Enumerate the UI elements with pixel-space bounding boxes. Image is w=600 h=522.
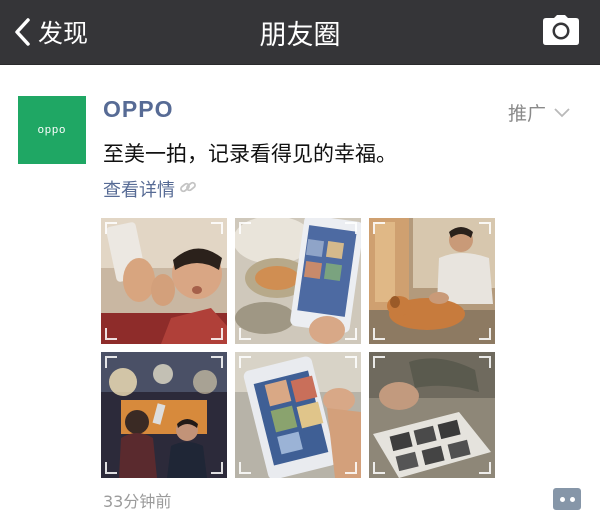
camera-button[interactable]	[542, 14, 580, 50]
comment-dots-icon	[559, 496, 565, 502]
link-icon	[179, 178, 197, 200]
ad-tag[interactable]: 推广	[508, 99, 570, 126]
chevron-left-icon	[12, 17, 34, 47]
comment-button[interactable]	[553, 488, 581, 510]
chevron-down-icon	[554, 103, 570, 122]
post-photo-6[interactable]	[369, 352, 495, 478]
photo-grid	[101, 218, 495, 478]
post-photo-4[interactable]	[101, 352, 227, 478]
avatar-logo-text: oppo	[37, 124, 67, 136]
post-author-name[interactable]: OPPO	[103, 96, 173, 123]
post-photo-2[interactable]	[235, 218, 361, 344]
avatar[interactable]: oppo	[18, 96, 86, 164]
post-timestamp: 33分钟前	[103, 492, 172, 511]
back-label: 发现	[38, 19, 89, 48]
post-photo-5[interactable]	[235, 352, 361, 478]
back-button[interactable]: 发现	[12, 8, 88, 56]
post-photo-1[interactable]	[101, 218, 227, 344]
post-photo-3[interactable]	[369, 218, 495, 344]
ad-label: 推广	[507, 103, 546, 125]
page-title: 朋友圈	[259, 19, 341, 51]
view-details-link[interactable]: 查看详情	[103, 176, 197, 202]
view-details-label: 查看详情	[103, 180, 175, 201]
top-navbar: 发现 朋友圈	[0, 0, 600, 65]
camera-icon	[542, 15, 580, 50]
post-text: 至美一拍，记录看得见的幸福。	[103, 142, 397, 166]
